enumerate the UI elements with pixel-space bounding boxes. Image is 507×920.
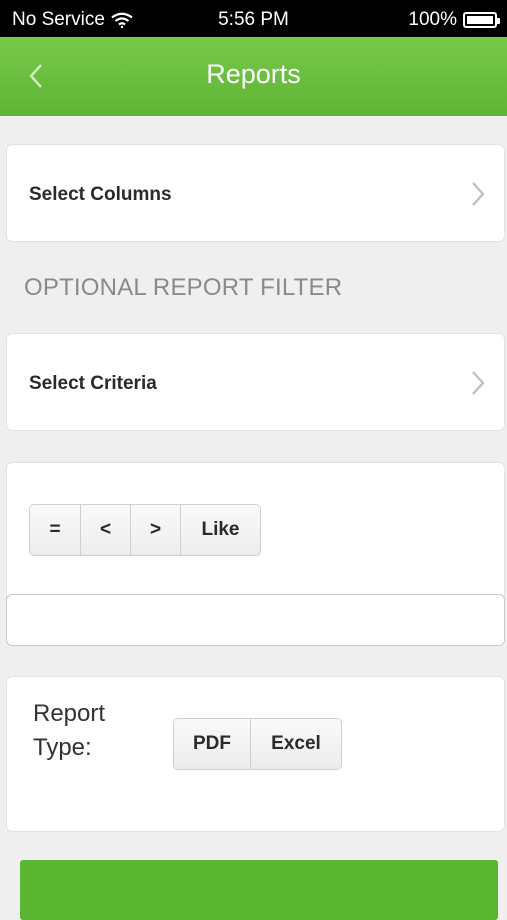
status-right: 100% [408, 9, 500, 31]
select-criteria-label: Select Criteria [29, 373, 157, 394]
operator-greater-than-button[interactable]: > [131, 505, 181, 555]
select-columns-row[interactable]: Select Columns [6, 144, 505, 242]
report-type-pdf-button[interactable]: PDF [174, 719, 251, 769]
select-columns-label: Select Columns [29, 184, 172, 205]
operator-like-button[interactable]: Like [181, 505, 260, 555]
battery-percent: 100% [408, 9, 457, 30]
report-type-card: Report Type: PDF Excel [6, 676, 505, 832]
report-type-segmented-control: PDF Excel [173, 718, 342, 770]
filter-value-input[interactable] [6, 594, 505, 646]
page-title: Reports [206, 59, 301, 89]
status-bar: No Service 5:56 PM 100% [0, 0, 507, 37]
chevron-right-icon [472, 182, 485, 206]
report-type-excel-button[interactable]: Excel [251, 719, 341, 769]
nav-bar: Reports [0, 37, 507, 116]
generate-report-button[interactable] [20, 860, 498, 920]
battery-icon [463, 12, 500, 28]
optional-filter-heading: OPTIONAL REPORT FILTER [24, 274, 343, 301]
operator-segmented-control: = < > Like [29, 504, 261, 556]
operator-less-than-button[interactable]: < [81, 505, 131, 555]
select-criteria-row[interactable]: Select Criteria [6, 333, 505, 431]
operator-equals-button[interactable]: = [30, 505, 81, 555]
report-type-label: Report Type: [33, 700, 106, 761]
chevron-right-icon [472, 371, 485, 395]
